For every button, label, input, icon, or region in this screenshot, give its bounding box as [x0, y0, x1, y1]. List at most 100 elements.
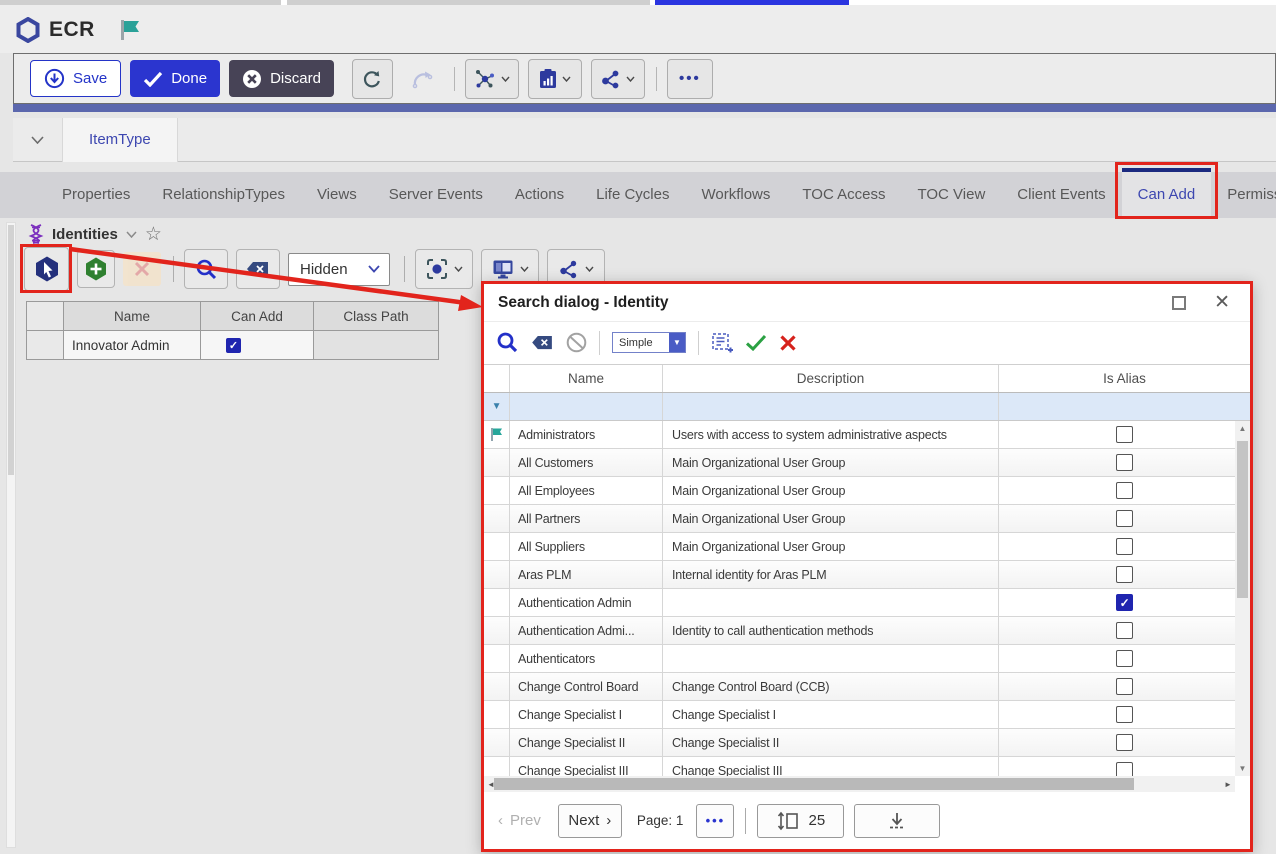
name-cell[interactable]: Administrators — [510, 421, 663, 448]
name-cell[interactable]: All Partners — [510, 505, 663, 532]
add-new-button[interactable] — [77, 250, 115, 288]
row-handle[interactable] — [27, 331, 64, 360]
tab-workflows[interactable]: Workflows — [685, 172, 786, 218]
is-alias-cell[interactable] — [999, 505, 1250, 532]
is-alias-cell[interactable]: ✓ — [999, 589, 1250, 616]
done-button[interactable]: Done — [130, 60, 220, 97]
export-button[interactable] — [854, 804, 940, 838]
page-size-button[interactable]: 25 — [757, 804, 844, 838]
tab-server-events[interactable]: Server Events — [373, 172, 499, 218]
column-header[interactable]: Name — [510, 365, 663, 392]
is-alias-checkbox[interactable] — [1116, 426, 1133, 443]
run-search-icon[interactable] — [496, 331, 519, 354]
row-handle[interactable] — [484, 477, 510, 504]
dialog-grid-row[interactable]: Change Specialist IChange Specialist I — [484, 701, 1250, 729]
vertical-scrollbar[interactable]: ▲ ▼ — [1235, 421, 1250, 776]
tab-actions[interactable]: Actions — [499, 172, 580, 218]
tab-toc-view[interactable]: TOC View — [901, 172, 1001, 218]
table-row[interactable]: Innovator Admin✓ — [27, 331, 439, 360]
is-alias-cell[interactable] — [999, 449, 1250, 476]
is-alias-cell[interactable] — [999, 533, 1250, 560]
column-header[interactable]: Is Alias — [999, 365, 1250, 392]
column-header[interactable]: Can Add — [201, 302, 314, 331]
description-cell[interactable]: Identity to call authentication methods — [663, 617, 999, 644]
description-cell[interactable]: Main Organizational User Group — [663, 477, 999, 504]
share-menu-button[interactable] — [591, 59, 645, 99]
description-cell[interactable]: Change Specialist III — [663, 757, 999, 776]
is-alias-cell[interactable] — [999, 645, 1250, 672]
description-cell[interactable]: Change Specialist II — [663, 729, 999, 756]
name-cell[interactable]: All Suppliers — [510, 533, 663, 560]
is-alias-checkbox[interactable] — [1116, 538, 1133, 555]
dialog-grid-row[interactable]: All PartnersMain Organizational User Gro… — [484, 505, 1250, 533]
chevron-down-icon[interactable] — [126, 231, 137, 238]
tab-can-add[interactable]: Can Add — [1122, 168, 1212, 218]
hidden-filter-select[interactable]: Hidden — [288, 253, 390, 286]
selection-list-icon[interactable] — [711, 332, 733, 354]
row-handle[interactable] — [484, 673, 510, 700]
filter-cell[interactable] — [663, 393, 999, 420]
refresh-button[interactable] — [352, 59, 393, 99]
search-button[interactable] — [184, 249, 228, 289]
dialog-grid-row[interactable]: Authenticators — [484, 645, 1250, 673]
row-handle[interactable] — [484, 505, 510, 532]
chevron-down-icon[interactable] — [31, 136, 44, 144]
scroll-right-icon[interactable]: ► — [1221, 780, 1235, 789]
is-alias-checkbox[interactable] — [1116, 762, 1133, 776]
tab-life-cycles[interactable]: Life Cycles — [580, 172, 685, 218]
name-cell[interactable]: Change Specialist I — [510, 701, 663, 728]
is-alias-checkbox[interactable] — [1116, 706, 1133, 723]
row-handle[interactable] — [484, 701, 510, 728]
description-cell[interactable]: Users with access to system administrati… — [663, 421, 999, 448]
workflow-menu-button[interactable] — [465, 59, 519, 99]
scroll-down-icon[interactable]: ▼ — [1235, 761, 1250, 776]
clear-search-button[interactable] — [236, 249, 280, 289]
grid-filter-row[interactable]: ▼ — [484, 393, 1250, 421]
is-alias-cell[interactable] — [999, 757, 1250, 776]
is-alias-cell[interactable] — [999, 673, 1250, 700]
name-cell[interactable]: Innovator Admin — [64, 331, 201, 360]
cancel-icon[interactable] — [779, 334, 797, 352]
description-cell[interactable] — [663, 589, 999, 616]
is-alias-checkbox[interactable] — [1116, 678, 1133, 695]
favorite-star-icon[interactable]: ☆ — [145, 223, 162, 246]
column-header[interactable]: Class Path — [314, 302, 439, 331]
dialog-grid-row[interactable]: Authentication Admin✓ — [484, 589, 1250, 617]
name-cell[interactable]: Aras PLM — [510, 561, 663, 588]
name-cell[interactable]: Change Control Board — [510, 673, 663, 700]
is-alias-cell[interactable] — [999, 617, 1250, 644]
filter-dropdown-icon[interactable]: ▼ — [492, 401, 502, 412]
name-cell[interactable]: Authenticators — [510, 645, 663, 672]
dialog-grid-row[interactable]: Authentication Admi...Identity to call a… — [484, 617, 1250, 645]
row-handle[interactable] — [484, 421, 510, 448]
can-add-cell[interactable]: ✓ — [201, 331, 314, 360]
scrollbar-thumb[interactable] — [1237, 441, 1248, 598]
row-handle[interactable] — [484, 449, 510, 476]
close-icon[interactable]: ✕ — [1214, 293, 1230, 312]
is-alias-checkbox[interactable] — [1116, 622, 1133, 639]
is-alias-checkbox[interactable] — [1116, 482, 1133, 499]
tab-toc-access[interactable]: TOC Access — [786, 172, 901, 218]
dialog-grid-row[interactable]: Change Specialist IIIChange Specialist I… — [484, 757, 1250, 776]
is-alias-cell[interactable] — [999, 729, 1250, 756]
dialog-grid-row[interactable]: All SuppliersMain Organizational User Gr… — [484, 533, 1250, 561]
is-alias-cell[interactable] — [999, 421, 1250, 448]
row-handle[interactable] — [484, 589, 510, 616]
search-mode-select[interactable]: Simple ▼ — [612, 332, 686, 353]
description-cell[interactable]: Main Organizational User Group — [663, 505, 999, 532]
name-cell[interactable]: All Employees — [510, 477, 663, 504]
clear-criteria-icon[interactable] — [531, 335, 554, 350]
confirm-icon[interactable] — [745, 334, 767, 351]
is-alias-checkbox[interactable] — [1116, 454, 1133, 471]
is-alias-checkbox[interactable]: ✓ — [1116, 594, 1133, 611]
next-page-button[interactable]: Next › — [558, 804, 622, 838]
row-handle[interactable] — [484, 757, 510, 776]
is-alias-cell[interactable] — [999, 701, 1250, 728]
pane-scrollbar[interactable] — [6, 222, 16, 848]
name-cell[interactable]: Authentication Admi... — [510, 617, 663, 644]
save-button[interactable]: Save — [30, 60, 121, 97]
tab-permissions[interactable]: Permissions — [1211, 172, 1276, 218]
tab-relationshiptypes[interactable]: RelationshipTypes — [146, 172, 301, 218]
description-cell[interactable]: Change Specialist I — [663, 701, 999, 728]
description-cell[interactable]: Main Organizational User Group — [663, 449, 999, 476]
